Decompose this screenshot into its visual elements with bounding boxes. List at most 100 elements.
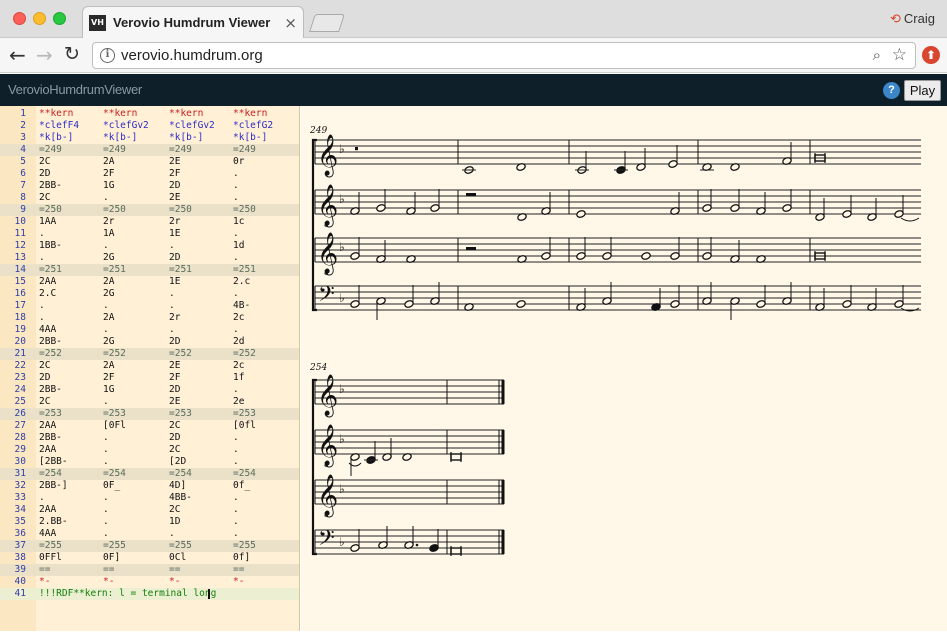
editor-token: [0fl: [233, 420, 256, 431]
editor-line[interactable]: 30 [2BB-. [2D.: [0, 456, 299, 468]
editor-token: 2G: [103, 336, 115, 347]
url-text[interactable]: verovio.humdrum.org: [121, 47, 263, 64]
editor-line[interactable]: 34 2AA. 2C.: [0, 504, 299, 516]
editor-line[interactable]: 27 2AA [0Fl 2C [0fl: [0, 420, 299, 432]
editor-token: 2D: [169, 252, 181, 263]
editor-line[interactable]: 13. 2G 2D.: [0, 252, 299, 264]
editor-line[interactable]: 20 2BB- 2G 2D 2d: [0, 336, 299, 348]
line-number: 14: [14, 264, 26, 275]
editor-line[interactable]: 36 4AA...: [0, 528, 299, 540]
close-icon[interactable]: ×: [284, 14, 297, 32]
longa-note: [450, 547, 462, 555]
editor-line[interactable]: 26 =253 =253 =253 =253: [0, 408, 299, 420]
editor-token: 0FFl: [39, 552, 62, 563]
editor-line[interactable]: 16 2.C 2G..: [0, 288, 299, 300]
editor-line[interactable]: 4 =249 =249 =249 =249: [0, 144, 299, 156]
editor-line[interactable]: 40 *- *- *- *-: [0, 576, 299, 588]
line-number: 2: [20, 120, 26, 131]
humdrum-editor[interactable]: 1 **kern **kern **kern **kern 2 *clefF4 *clefGv…: [0, 106, 300, 631]
window-close-button[interactable]: [13, 12, 26, 25]
editor-token: .: [233, 384, 239, 395]
editor-line[interactable]: 37 =255 =255 =255 =255: [0, 540, 299, 552]
help-button[interactable]: ?: [883, 82, 900, 99]
editor-line[interactable]: 3 *k[b-] *k[b-] *k[b-] *k[b-]: [0, 132, 299, 144]
editor-line[interactable]: 21 =252 =252 =252 =252: [0, 348, 299, 360]
editor-line[interactable]: 11. 1A 1E.: [0, 228, 299, 240]
editor-line[interactable]: 24 2BB- 1G 2D.: [0, 384, 299, 396]
window-minimize-button[interactable]: [33, 12, 46, 25]
forward-icon[interactable]: →: [36, 43, 53, 67]
editor-token: =249: [39, 144, 62, 155]
rest: [466, 247, 476, 251]
line-number: 17: [14, 300, 26, 311]
editor-line[interactable]: 23 2D 2F 2F 1f: [0, 372, 299, 384]
new-tab-button[interactable]: [309, 14, 345, 32]
editor-token: 0F_: [103, 480, 121, 491]
editor-token: .: [39, 300, 45, 311]
reload-icon[interactable]: ↻: [64, 43, 80, 65]
editor-line[interactable]: 15 2AA 2A 1E 2.c: [0, 276, 299, 288]
editor-line[interactable]: 7 2BB- 1G 2D.: [0, 180, 299, 192]
editor-line[interactable]: 14 =251 =251 =251 =251: [0, 264, 299, 276]
editor-token: 2A: [103, 156, 115, 167]
editor-line[interactable]: 29 2AA. 2C.: [0, 444, 299, 456]
editor-line[interactable]: 9 =250 =250 =250 =250: [0, 204, 299, 216]
zoom-icon[interactable]: ⌕: [873, 46, 881, 64]
address-bar[interactable]: i verovio.humdrum.org ⌕ ☆: [92, 42, 916, 69]
star-icon[interactable]: ☆: [892, 45, 907, 65]
editor-token: 1G: [103, 384, 115, 395]
editor-line[interactable]: 35 2.BB-. 1D.: [0, 516, 299, 528]
editor-token: 2d: [233, 336, 245, 347]
editor-line[interactable]: 28 2BB-. 2D.: [0, 432, 299, 444]
editor-line[interactable]: 18. 2A 2r 2c: [0, 312, 299, 324]
editor-token: [0Fl: [103, 420, 126, 431]
editor-line[interactable]: 39 == == == ==: [0, 564, 299, 576]
editor-token: 2C: [169, 444, 181, 455]
editor-line[interactable]: 38 0FFl 0F] 0Cl 0f]: [0, 552, 299, 564]
profile-name: Craig: [903, 11, 935, 26]
extension-icon[interactable]: ⬆: [922, 46, 940, 64]
editor-token: 4AA: [39, 528, 57, 539]
editor-line[interactable]: 19 4AA...: [0, 324, 299, 336]
line-number: 28: [14, 432, 26, 443]
line-number: 1: [20, 108, 26, 119]
editor-line[interactable]: 10 1AA 2r 2r 1c: [0, 216, 299, 228]
editor-line[interactable]: 8 2C. 2E.: [0, 192, 299, 204]
editor-line[interactable]: 12 1BB-.. 1d: [0, 240, 299, 252]
editor-token: 2E: [169, 396, 181, 407]
editor-line[interactable]: 2 *clefF4 *clefGv2 *clefGv2 *clefG2: [0, 120, 299, 132]
editor-token: *-: [103, 576, 115, 587]
editor-line[interactable]: 17... 4B-: [0, 300, 299, 312]
editor-token: 2C: [169, 504, 181, 515]
editor-line[interactable]: 41 !!!RDF**kern: l = terminal long: [0, 588, 299, 600]
editor-line[interactable]: 25 2C. 2E 2e: [0, 396, 299, 408]
editor-token: *-: [233, 576, 245, 587]
editor-token: 2F: [103, 372, 115, 383]
editor-line[interactable]: 6 2D 2F 2F.: [0, 168, 299, 180]
editor-line[interactable]: 32 2BB-] 0F_ 4D] 0f_: [0, 480, 299, 492]
editor-line[interactable]: 5 2C 2A 2E 0r: [0, 156, 299, 168]
play-button[interactable]: Play: [904, 80, 941, 101]
editor-line[interactable]: 1 **kern **kern **kern **kern: [0, 108, 299, 120]
editor-line[interactable]: 31 =254 =254 =254 =254: [0, 468, 299, 480]
editor-line[interactable]: 33.. 4BB-.: [0, 492, 299, 504]
line-number: 20: [14, 336, 26, 347]
bass-clef-icon: 𝄢: [318, 526, 335, 556]
text-cursor: [208, 589, 210, 599]
info-icon[interactable]: i: [100, 48, 115, 63]
back-icon[interactable]: ←: [9, 43, 26, 67]
editor-token: 1BB-: [39, 240, 62, 251]
editor-token: 2E: [169, 156, 181, 167]
editor-token: .: [233, 504, 239, 515]
editor-token: =253: [169, 408, 192, 419]
editor-token: .: [39, 492, 45, 503]
line-number: 6: [20, 168, 26, 179]
browser-tab[interactable]: VH Verovio Humdrum Viewer ×: [82, 6, 304, 39]
flat-icon: ♭: [339, 291, 345, 305]
editor-line[interactable]: 22 2C 2A 2E 2c: [0, 360, 299, 372]
profile-button[interactable]: ⟲ Craig: [890, 11, 935, 27]
window-zoom-button[interactable]: [53, 12, 66, 25]
editor-token: 2AA: [39, 420, 57, 431]
editor-token: 1E: [169, 228, 181, 239]
editor-token: =251: [169, 264, 192, 275]
